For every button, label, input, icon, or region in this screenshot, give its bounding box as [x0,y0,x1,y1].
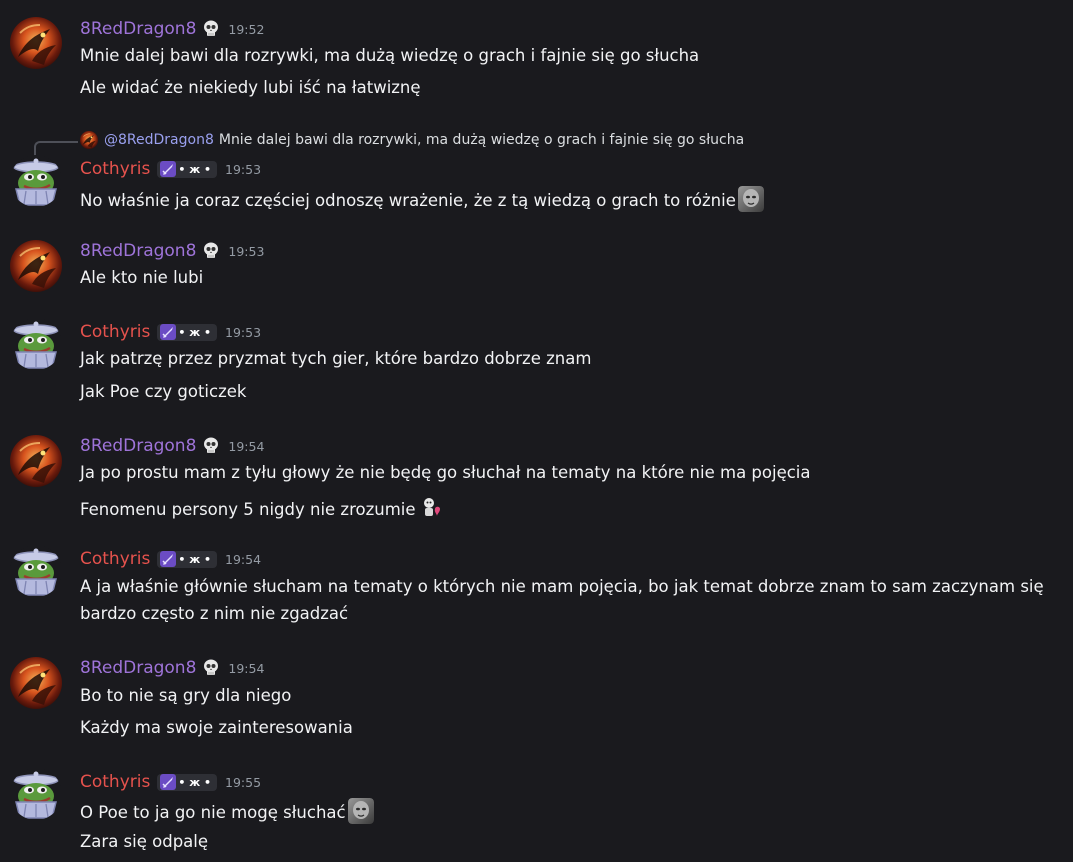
skull-icon [202,19,220,40]
message-header: Cothyris • ж • 19:55 [80,771,261,793]
message-text: Bo to nie są gry dla niego [80,686,292,705]
user-tag[interactable]: • ж • [157,550,218,568]
cothyris-avatar[interactable] [10,768,62,820]
chat-message-list: 8RedDragon8 19:52 Mnie dalej bawi dla ro… [0,0,1073,862]
username[interactable]: 8RedDragon8 [80,658,196,678]
message-header: Cothyris • ж • 19:54 [80,548,261,570]
dragon-avatar[interactable] [10,657,62,709]
user-tag-text: • ж • [178,775,212,789]
reply-mention[interactable]: @8RedDragon8 [104,132,214,148]
message-header: 8RedDragon8 19:54 [80,435,264,457]
username[interactable]: 8RedDragon8 [80,436,196,456]
dragon-avatar [80,131,98,149]
timestamp[interactable]: 19:54 [228,661,264,676]
username[interactable]: Cothyris [80,772,150,792]
user-tag[interactable]: • ж • [157,323,218,341]
timestamp[interactable]: 19:54 [228,439,264,454]
user-tag-text: • ж • [178,325,212,339]
username[interactable]: 8RedDragon8 [80,19,196,39]
message-text: Mnie dalej bawi dla rozrywki, ma dużą wi… [80,46,700,65]
message-header: 8RedDragon8 19:54 [80,657,264,679]
grey-face-icon [738,186,764,212]
skull-icon [202,241,220,262]
sword-icon [160,551,176,567]
sword-icon [160,324,176,340]
message-text: A ja właśnie głównie słucham na tematy o… [80,577,1044,623]
sword-icon [160,774,176,790]
message-header: Cothyris • ж • 19:53 [80,158,261,180]
username[interactable]: Cothyris [80,322,150,342]
message-text: Każdy ma swoje zainteresowania [80,718,353,737]
timestamp[interactable]: 19:53 [225,325,261,340]
message-header: Cothyris • ж • 19:53 [80,321,261,343]
cothyris-avatar[interactable] [10,545,62,597]
cothyris-avatar[interactable] [10,318,62,370]
heart-character-icon [418,495,444,521]
skull-icon [202,436,220,457]
skull-icon [202,658,220,679]
message-text: No właśnie ja coraz częściej odnoszę wra… [80,186,764,212]
reply-preview[interactable]: @8RedDragon8 Mnie dalej bawi dla rozrywk… [80,130,744,150]
username[interactable]: Cothyris [80,549,150,569]
username[interactable]: 8RedDragon8 [80,241,196,261]
username[interactable]: Cothyris [80,159,150,179]
timestamp[interactable]: 19:53 [228,244,264,259]
timestamp[interactable]: 19:52 [228,22,264,37]
message-text: Ale kto nie lubi [80,268,204,287]
dragon-avatar[interactable] [10,240,62,292]
cothyris-avatar[interactable] [10,155,62,207]
message-text: Jak Poe czy goticzek [80,382,247,401]
timestamp[interactable]: 19:55 [225,775,261,790]
message-text: Zara się odpalę [80,832,209,851]
reply-text: Mnie dalej bawi dla rozrywki, ma dużą wi… [218,132,745,148]
message-text: Jak patrzę przez pryzmat tych gier, któr… [80,349,592,368]
message-header: 8RedDragon8 19:53 [80,240,264,262]
timestamp[interactable]: 19:53 [225,162,261,177]
message-text: Ja po prostu mam z tyłu głowy że nie będ… [80,463,811,482]
timestamp[interactable]: 19:54 [225,552,261,567]
dragon-avatar[interactable] [10,17,62,69]
dragon-avatar[interactable] [10,435,62,487]
message-text: Fenomenu persony 5 nigdy nie zrozumie [80,495,444,521]
message-text: O Poe to ja go nie mogę słuchać [80,798,374,824]
grey-face-icon [348,798,374,824]
user-tag[interactable]: • ж • [157,773,218,791]
user-tag[interactable]: • ж • [157,160,218,178]
sword-icon [160,161,176,177]
user-tag-text: • ж • [178,162,212,176]
message-text: Ale widać że niekiedy lubi iść na łatwiz… [80,78,421,97]
user-tag-text: • ж • [178,552,212,566]
message-header: 8RedDragon8 19:52 [80,18,264,40]
